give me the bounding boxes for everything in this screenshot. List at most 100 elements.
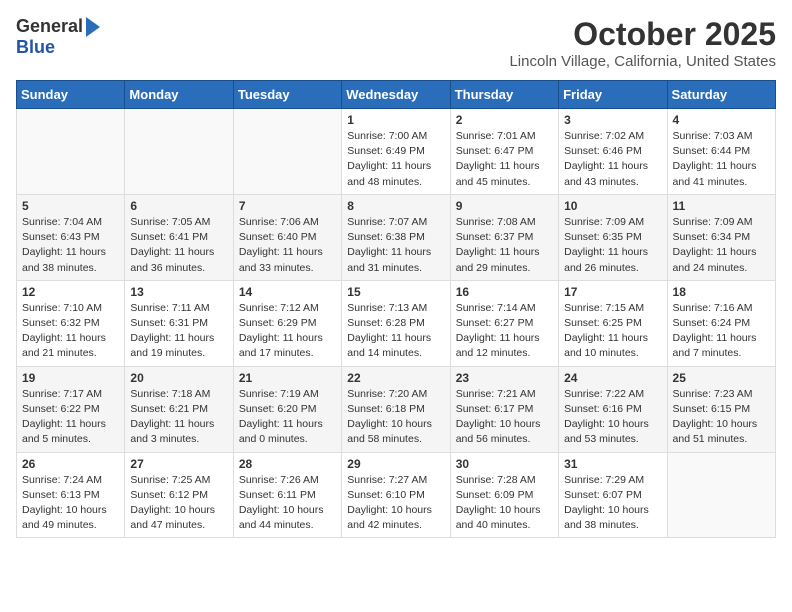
day-number: 7 [239,199,336,213]
logo-blue-text: Blue [16,37,55,58]
day-info: Sunrise: 7:29 AMSunset: 6:07 PMDaylight:… [564,473,661,534]
day-number: 12 [22,285,119,299]
calendar-cell: 14 Sunrise: 7:12 AMSunset: 6:29 PMDayligh… [233,280,341,366]
day-number: 10 [564,199,661,213]
day-number: 9 [456,199,553,213]
day-info: Sunrise: 7:14 AMSunset: 6:27 PMDaylight:… [456,301,553,362]
day-number: 14 [239,285,336,299]
day-number: 23 [456,371,553,385]
calendar-cell: 21 Sunrise: 7:19 AMSunset: 6:20 PMDayligh… [233,366,341,452]
day-number: 8 [347,199,444,213]
calendar-week-row: 5 Sunrise: 7:04 AMSunset: 6:43 PMDaylight… [17,194,776,280]
day-info: Sunrise: 7:02 AMSunset: 6:46 PMDaylight:… [564,129,661,190]
calendar-week-row: 26 Sunrise: 7:24 AMSunset: 6:13 PMDayligh… [17,452,776,538]
calendar-cell: 30 Sunrise: 7:28 AMSunset: 6:09 PMDayligh… [450,452,558,538]
calendar-day-header: Friday [559,81,667,109]
calendar-cell: 1 Sunrise: 7:00 AMSunset: 6:49 PMDaylight… [342,109,450,195]
day-number: 18 [673,285,770,299]
calendar-cell: 2 Sunrise: 7:01 AMSunset: 6:47 PMDaylight… [450,109,558,195]
day-number: 22 [347,371,444,385]
day-info: Sunrise: 7:16 AMSunset: 6:24 PMDaylight:… [673,301,770,362]
day-info: Sunrise: 7:11 AMSunset: 6:31 PMDaylight:… [130,301,227,362]
title-section: October 2025 Lincoln Village, California… [509,16,776,70]
calendar-cell: 9 Sunrise: 7:08 AMSunset: 6:37 PMDaylight… [450,194,558,280]
calendar-cell: 31 Sunrise: 7:29 AMSunset: 6:07 PMDayligh… [559,452,667,538]
day-number: 4 [673,113,770,127]
day-info: Sunrise: 7:01 AMSunset: 6:47 PMDaylight:… [456,129,553,190]
calendar-cell: 29 Sunrise: 7:27 AMSunset: 6:10 PMDayligh… [342,452,450,538]
day-info: Sunrise: 7:24 AMSunset: 6:13 PMDaylight:… [22,473,119,534]
calendar-cell [17,109,125,195]
day-info: Sunrise: 7:17 AMSunset: 6:22 PMDaylight:… [22,387,119,448]
day-number: 21 [239,371,336,385]
calendar-cell [233,109,341,195]
day-number: 1 [347,113,444,127]
day-number: 11 [673,199,770,213]
calendar-table: SundayMondayTuesdayWednesdayThursdayFrid… [16,80,776,538]
day-number: 26 [22,457,119,471]
calendar-cell: 28Sunrise: 7:26 AMSunset: 6:11 PMDayligh… [233,452,341,538]
calendar-cell: 3 Sunrise: 7:02 AMSunset: 6:46 PMDaylight… [559,109,667,195]
day-info: Sunrise: 7:04 AMSunset: 6:43 PMDaylight:… [22,215,119,276]
calendar-day-header: Wednesday [342,81,450,109]
calendar-cell: 10Sunrise: 7:09 AMSunset: 6:35 PMDayligh… [559,194,667,280]
calendar-day-header: Monday [125,81,233,109]
day-info: Sunrise: 7:18 AMSunset: 6:21 PMDaylight:… [130,387,227,448]
day-number: 29 [347,457,444,471]
calendar-cell [125,109,233,195]
day-number: 17 [564,285,661,299]
day-info: Sunrise: 7:09 AMSunset: 6:34 PMDaylight:… [673,215,770,276]
day-info: Sunrise: 7:28 AMSunset: 6:09 PMDaylight:… [456,473,553,534]
day-info: Sunrise: 7:27 AMSunset: 6:10 PMDaylight:… [347,473,444,534]
day-number: 20 [130,371,227,385]
calendar-day-header: Saturday [667,81,775,109]
day-number: 6 [130,199,227,213]
calendar-cell: 8Sunrise: 7:07 AMSunset: 6:38 PMDaylight… [342,194,450,280]
calendar-cell: 11 Sunrise: 7:09 AMSunset: 6:34 PMDayligh… [667,194,775,280]
day-info: Sunrise: 7:19 AMSunset: 6:20 PMDaylight:… [239,387,336,448]
day-number: 13 [130,285,227,299]
day-info: Sunrise: 7:00 AMSunset: 6:49 PMDaylight:… [347,129,444,190]
day-info: Sunrise: 7:26 AMSunset: 6:11 PMDaylight:… [239,473,336,534]
calendar-body: 1 Sunrise: 7:00 AMSunset: 6:49 PMDaylight… [17,109,776,538]
calendar-cell: 25 Sunrise: 7:23 AMSunset: 6:15 PMDayligh… [667,366,775,452]
day-number: 25 [673,371,770,385]
day-info: Sunrise: 7:06 AMSunset: 6:40 PMDaylight:… [239,215,336,276]
calendar-day-header: Sunday [17,81,125,109]
day-number: 3 [564,113,661,127]
calendar-cell: 20 Sunrise: 7:18 AMSunset: 6:21 PMDayligh… [125,366,233,452]
day-number: 30 [456,457,553,471]
day-info: Sunrise: 7:25 AMSunset: 6:12 PMDaylight:… [130,473,227,534]
day-number: 31 [564,457,661,471]
day-info: Sunrise: 7:23 AMSunset: 6:15 PMDaylight:… [673,387,770,448]
logo: General Blue [16,16,100,58]
calendar-cell: 23Sunrise: 7:21 AMSunset: 6:17 PMDayligh… [450,366,558,452]
calendar-cell: 7 Sunrise: 7:06 AMSunset: 6:40 PMDaylight… [233,194,341,280]
day-number: 16 [456,285,553,299]
day-info: Sunrise: 7:15 AMSunset: 6:25 PMDaylight:… [564,301,661,362]
calendar-cell: 19 Sunrise: 7:17 AMSunset: 6:22 PMDayligh… [17,366,125,452]
calendar-header-row: SundayMondayTuesdayWednesdayThursdayFrid… [17,81,776,109]
calendar-week-row: 1 Sunrise: 7:00 AMSunset: 6:49 PMDaylight… [17,109,776,195]
day-info: Sunrise: 7:08 AMSunset: 6:37 PMDaylight:… [456,215,553,276]
calendar-day-header: Tuesday [233,81,341,109]
day-info: Sunrise: 7:12 AMSunset: 6:29 PMDaylight:… [239,301,336,362]
calendar-cell: 16 Sunrise: 7:14 AMSunset: 6:27 PMDayligh… [450,280,558,366]
calendar-cell: 4Sunrise: 7:03 AMSunset: 6:44 PMDaylight… [667,109,775,195]
calendar-cell: 27Sunrise: 7:25 AMSunset: 6:12 PMDayligh… [125,452,233,538]
day-number: 19 [22,371,119,385]
day-info: Sunrise: 7:22 AMSunset: 6:16 PMDaylight:… [564,387,661,448]
day-number: 2 [456,113,553,127]
day-info: Sunrise: 7:05 AMSunset: 6:41 PMDaylight:… [130,215,227,276]
calendar-cell: 26 Sunrise: 7:24 AMSunset: 6:13 PMDayligh… [17,452,125,538]
calendar-day-header: Thursday [450,81,558,109]
day-info: Sunrise: 7:13 AMSunset: 6:28 PMDaylight:… [347,301,444,362]
day-number: 24 [564,371,661,385]
day-info: Sunrise: 7:20 AMSunset: 6:18 PMDaylight:… [347,387,444,448]
calendar-cell: 12Sunrise: 7:10 AMSunset: 6:32 PMDayligh… [17,280,125,366]
day-number: 5 [22,199,119,213]
logo-arrow-icon [86,17,100,37]
location-text: Lincoln Village, California, United Stat… [509,53,776,70]
calendar-cell: 24 Sunrise: 7:22 AMSunset: 6:16 PMDayligh… [559,366,667,452]
calendar-cell: 15Sunrise: 7:13 AMSunset: 6:28 PMDayligh… [342,280,450,366]
